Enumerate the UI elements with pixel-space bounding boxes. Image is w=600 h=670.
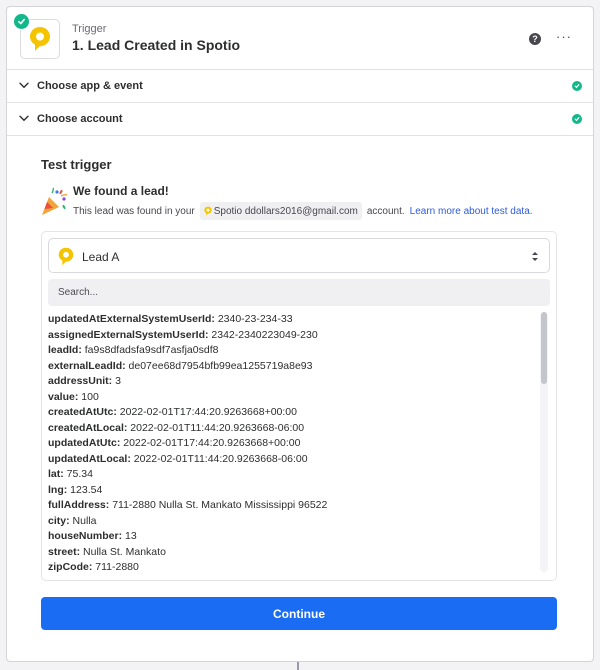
- field-value: 2022-02-01T17:44:20.9263668+00:00: [119, 406, 297, 418]
- help-icon[interactable]: ?: [529, 33, 541, 45]
- select-arrows-icon: [532, 252, 538, 261]
- section-label: Choose account: [37, 113, 123, 125]
- spotio-pin-icon: [30, 27, 50, 51]
- check-circle-icon: [13, 13, 30, 30]
- field-key: assignedExternalSystemUserId:: [48, 328, 209, 341]
- field-value: 711-2880 Nulla St. Mankato Mississippi 9…: [112, 499, 328, 511]
- record-field-row: updatedAtUtc: 2022-02-01T17:44:20.926366…: [48, 436, 536, 452]
- field-value: 75.34: [66, 468, 93, 480]
- field-key: updatedAtUtc:: [48, 437, 121, 449]
- field-key: leadId:: [48, 344, 82, 356]
- chevron-down-icon: [19, 82, 29, 89]
- learn-more-link[interactable]: Learn more about test data.: [410, 206, 533, 217]
- field-value: Nulla St. Mankato: [83, 545, 166, 558]
- record-field-row: externalLeadId: de07ee68d7954bfb99ea1255…: [48, 359, 536, 375]
- field-value: 2342-2340223049-230: [211, 328, 318, 341]
- search-input[interactable]: [48, 279, 550, 306]
- record-fields-list: updatedAtExternalSystemUserId: 2340-23-2…: [48, 312, 536, 572]
- record-field-row: value: 100: [48, 390, 536, 406]
- found-lead-description: This lead was found in your Spotio ddoll…: [73, 202, 533, 220]
- more-icon[interactable]: ···: [556, 29, 572, 44]
- field-key: lat:: [48, 468, 64, 480]
- field-value: Nulla: [72, 514, 97, 527]
- spotio-pin-icon: [204, 206, 212, 216]
- check-circle-icon: [572, 81, 582, 91]
- record-field-row: fullAddress: 711-2880 Nulla St. Mankato …: [48, 498, 536, 514]
- party-popper-icon: [42, 187, 68, 215]
- record-field-row: lng: 123.54: [48, 483, 536, 499]
- record-field-row: zipCode: 711-2880: [48, 560, 536, 572]
- record-field-row: addressUnit: 3: [48, 374, 536, 390]
- account-chip: Spotio ddollars2016@gmail.com: [199, 202, 362, 220]
- record-field-row: lat: 75.34: [48, 467, 536, 483]
- field-value: 123.54: [70, 483, 103, 496]
- sample-record-panel: Lead A updatedAtExternalSystemUserId: 23…: [41, 231, 557, 581]
- record-field-row: street: Nulla St. Mankato: [48, 545, 536, 561]
- found-suffix: account.: [366, 205, 405, 217]
- field-key: createdAtUtc:: [48, 406, 117, 418]
- found-lead-title: We found a lead!: [73, 184, 169, 198]
- field-key: houseNumber:: [48, 530, 123, 542]
- check-circle-icon: [572, 114, 582, 124]
- field-key: value:: [48, 390, 79, 403]
- record-field-row: houseNumber: 13: [48, 529, 536, 545]
- sample-select-value: Lead A: [82, 250, 120, 264]
- field-key: addressUnit:: [48, 375, 113, 387]
- test-trigger-title: Test trigger: [41, 157, 112, 172]
- record-field-row: city: Nulla: [48, 514, 536, 530]
- record-field-row: createdAtLocal: 2022-02-01T11:44:20.9263…: [48, 421, 536, 437]
- field-value: 2022-02-01T11:44:20.9263668-06:00: [133, 452, 308, 465]
- account-name: Spotio ddollars2016@gmail.com: [213, 205, 358, 217]
- record-field-row: updatedAtExternalSystemUserId: 2340-23-2…: [48, 312, 536, 328]
- record-field-row: updatedAtLocal: 2022-02-01T11:44:20.9263…: [48, 452, 536, 468]
- field-value: 3: [115, 375, 121, 387]
- step-title: 1. Lead Created in Spotio: [72, 37, 241, 53]
- field-key: fullAddress:: [48, 499, 110, 511]
- field-key: street:: [48, 545, 81, 558]
- section-choose-account[interactable]: Choose account: [7, 103, 593, 136]
- record-field-row: createdAtUtc: 2022-02-01T17:44:20.926366…: [48, 405, 536, 421]
- field-key: createdAtLocal:: [48, 421, 128, 434]
- section-choose-app-event[interactable]: Choose app & event: [7, 70, 593, 103]
- section-label: Choose app & event: [37, 80, 143, 92]
- field-value: 2022-02-01T17:44:20.9263668+00:00: [123, 437, 301, 449]
- sample-select[interactable]: Lead A: [48, 238, 550, 273]
- field-key: updatedAtLocal:: [48, 452, 131, 465]
- step-header: Trigger 1. Lead Created in Spotio ? ···: [7, 7, 593, 70]
- scrollbar[interactable]: [540, 312, 548, 572]
- step-type-label: Trigger: [72, 23, 107, 35]
- field-key: city:: [48, 514, 70, 527]
- field-key: externalLeadId:: [48, 359, 126, 372]
- found-prefix: This lead was found in your: [73, 205, 195, 217]
- chevron-down-icon: [19, 115, 29, 122]
- field-value: fa9s8dfadsfa9sdf7asfja0sdf8: [84, 344, 219, 356]
- field-value: 711-2880: [95, 561, 139, 572]
- field-key: updatedAtExternalSystemUserId:: [48, 313, 215, 325]
- record-field-row: assignedExternalSystemUserId: 2342-23402…: [48, 328, 536, 344]
- field-value: 100: [81, 390, 99, 403]
- scrollbar-thumb[interactable]: [541, 312, 547, 384]
- record-field-row: leadId: fa9s8dfadsfa9sdf7asfja0sdf8: [48, 343, 536, 359]
- field-value: 2340-23-234-33: [217, 313, 293, 325]
- trigger-step-card: Trigger 1. Lead Created in Spotio ? ··· …: [6, 6, 594, 662]
- field-key: zipCode:: [48, 561, 93, 572]
- step-connector-line: [297, 662, 299, 670]
- spotio-pin-icon: [58, 247, 74, 266]
- continue-button[interactable]: Continue: [41, 597, 557, 630]
- field-value: de07ee68d7954bfb99ea1255719a8e93: [128, 359, 313, 372]
- field-value: 13: [125, 530, 137, 542]
- field-key: lng:: [48, 483, 68, 496]
- field-value: 2022-02-01T11:44:20.9263668-06:00: [130, 421, 305, 434]
